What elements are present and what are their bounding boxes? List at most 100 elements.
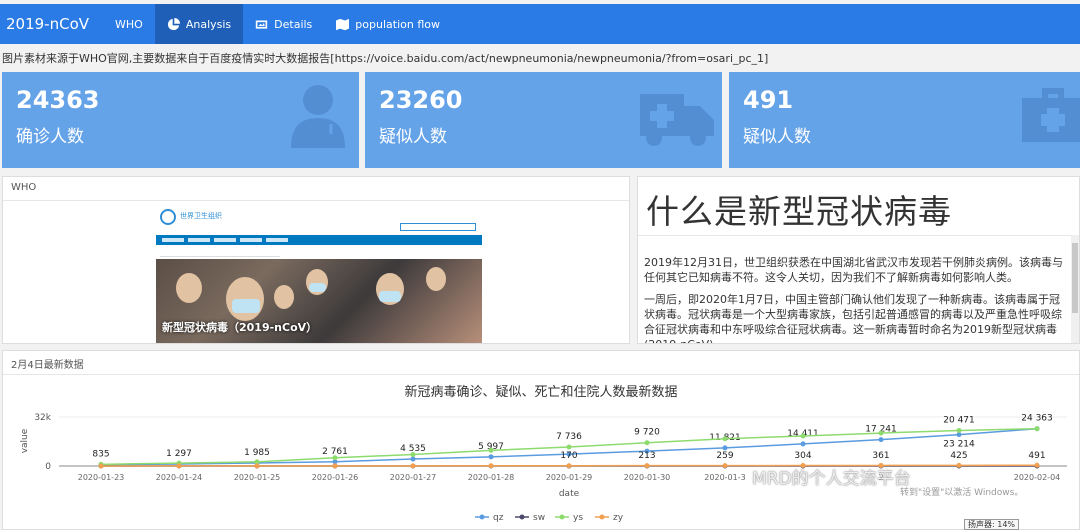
data-point-zy — [566, 463, 572, 469]
data-point-ys — [878, 430, 884, 436]
info-title: 什么是新型冠状病毒 — [646, 192, 952, 231]
data-point-zy — [644, 463, 650, 469]
who-photo-caption: 新型冠状病毒（2019-nCoV） — [162, 321, 318, 334]
suspected-label: 疑似人数 — [379, 127, 447, 147]
nav-who-label: WHO — [115, 17, 143, 31]
chart-title: 新冠病毒确诊、疑似、死亡和住院人数最新数据 — [404, 384, 677, 400]
who-news-photo: 新型冠状病毒（2019-nCoV） — [156, 259, 482, 343]
legend-label-sw: sw — [533, 513, 545, 523]
confirmed-label: 确诊人数 — [16, 127, 84, 147]
data-point-zy — [332, 463, 338, 469]
x-tick-label: 2020-01-24 — [156, 473, 203, 482]
data-label-qz: 835 — [92, 450, 109, 460]
nav-population-flow-label: population flow — [355, 17, 440, 31]
volume-tooltip: 扬声器: 14% — [964, 519, 1020, 530]
info-scrollbar-thumb[interactable] — [1072, 243, 1078, 313]
data-label-zy: 259 — [716, 451, 733, 461]
data-point-ys — [644, 440, 650, 446]
data-point-zy — [956, 462, 962, 468]
data-source-text: 图片素材来源于WHO官网,主要数据来自于百度疫情实时大数据报告[https://… — [2, 52, 769, 65]
data-point-ys — [800, 433, 806, 439]
data-point-ys — [332, 455, 338, 461]
data-point-zy — [488, 463, 494, 469]
data-point-qz — [878, 437, 884, 443]
x-tick-label: 2020-01-23 — [78, 473, 125, 482]
data-point-ys — [956, 427, 962, 433]
map-icon — [336, 18, 350, 30]
data-label-zy: 304 — [794, 451, 811, 461]
who-panel-title: WHO — [3, 177, 629, 201]
x-tick-label: 2020-01-29 — [546, 473, 593, 482]
nav-details-label: Details — [274, 17, 313, 31]
data-point-ys — [488, 447, 494, 453]
suspected-card: 23260 疑似人数 — [365, 72, 722, 168]
x-tick-label: 2020-01-26 — [312, 473, 359, 482]
y-tick-top: 32k — [34, 413, 51, 423]
y-tick-zero: 0 — [45, 462, 51, 472]
data-point-ys — [1034, 426, 1040, 432]
y-axis-label: value — [20, 428, 30, 453]
nav-population-flow[interactable]: population flow — [324, 4, 452, 44]
image-icon — [255, 19, 268, 29]
x-tick-label: 2020-01-27 — [390, 473, 437, 482]
app-brand[interactable]: 2019-nCoV — [0, 4, 103, 44]
data-label-ys: 7 736 — [556, 432, 582, 442]
info-panel: 什么是新型冠状病毒 2019年12月31日，世卫组织获悉在中国湖北省武汉市发现若… — [637, 176, 1080, 344]
who-site-header: 世界卫生组织 — [156, 201, 482, 235]
legend-marker-ys — [559, 514, 565, 520]
data-label-qz: 24 363 — [1021, 414, 1053, 424]
data-label-zy: 213 — [638, 451, 655, 461]
deaths-count: 491 — [743, 86, 794, 114]
deaths-card: 491 疑似人数 — [729, 72, 1080, 168]
info-paragraph-2: 一周后，即2020年1月7日，中国主管部门确认他们发现了一种新病毒。该病毒属于冠… — [644, 293, 1062, 343]
data-point-zy — [1034, 462, 1040, 468]
legend-label-qz: qz — [493, 513, 504, 523]
windows-activation-text: 转到"设置"以激活 Windows。 — [900, 488, 1024, 498]
data-point-qz — [410, 456, 416, 462]
x-tick-label: 2020-01-30 — [624, 473, 671, 482]
who-logo-text: 世界卫生组织 — [180, 212, 222, 220]
who-website-screenshot: 世界卫生组织 新型冠状病毒（2019-nCoV） — [156, 201, 482, 343]
data-point-ys — [566, 444, 572, 450]
who-search-box — [400, 223, 476, 231]
data-label-zy: 425 — [950, 451, 967, 461]
data-point-zy — [98, 463, 104, 469]
x-tick-label: 2020-01-25 — [234, 473, 281, 482]
ambulance-icon — [640, 94, 714, 146]
data-label-extra: 23 214 — [943, 440, 975, 450]
legend-marker-zy — [599, 514, 605, 520]
wechat-watermark: MRD的个人交流平台 — [752, 469, 911, 489]
info-paragraph-1: 2019年12月31日，世卫组织获悉在中国湖北省武汉市发现若干例肺炎病例。该病毒… — [644, 256, 1063, 284]
x-axis-label: date — [559, 489, 580, 499]
data-label-qz: 1 297 — [166, 449, 192, 459]
data-point-qz — [488, 454, 494, 460]
legend-marker-qz — [479, 514, 485, 520]
data-label-ys: 9 720 — [634, 428, 660, 438]
data-point-zy — [722, 463, 728, 469]
legend-label-ys: ys — [573, 513, 583, 523]
data-point-ys — [410, 452, 416, 458]
nav-analysis[interactable]: Analysis — [154, 4, 244, 44]
data-label-zy: 361 — [872, 451, 889, 461]
data-point-qz — [722, 445, 728, 451]
data-label-qz: 1 985 — [244, 448, 270, 458]
nav-who[interactable]: WHO — [103, 4, 155, 44]
nav-details[interactable]: Details — [243, 4, 324, 44]
chart-panel-title: 2月4日最新数据 — [3, 351, 1079, 375]
x-tick-label: 2020-01-3 — [704, 473, 745, 482]
x-tick-label: 2020-02-04 — [1014, 473, 1061, 482]
confirmed-card: 24363 确诊人数 — [2, 72, 359, 168]
chart-panel: 2月4日最新数据 新冠病毒确诊、疑似、死亡和住院人数最新数据 value 32k 0 2… — [2, 350, 1080, 530]
who-panel: WHO 世界卫生组织 新型冠状病毒（2019-nCoV） — [2, 176, 630, 344]
legend-marker-sw — [519, 514, 525, 520]
deaths-label: 疑似人数 — [743, 127, 811, 147]
data-label-ys: 20 471 — [943, 415, 975, 425]
who-breadcrumb — [160, 247, 280, 257]
pie-chart-icon — [167, 17, 180, 30]
x-tick-label: 2020-01-28 — [468, 473, 515, 482]
doctor-icon — [291, 85, 345, 148]
who-logo-icon — [160, 209, 176, 225]
medkit-icon — [1022, 88, 1080, 142]
top-navbar: 2019-nCoV WHO Analysis Details populatio… — [0, 4, 1080, 44]
data-point-zy — [410, 463, 416, 469]
